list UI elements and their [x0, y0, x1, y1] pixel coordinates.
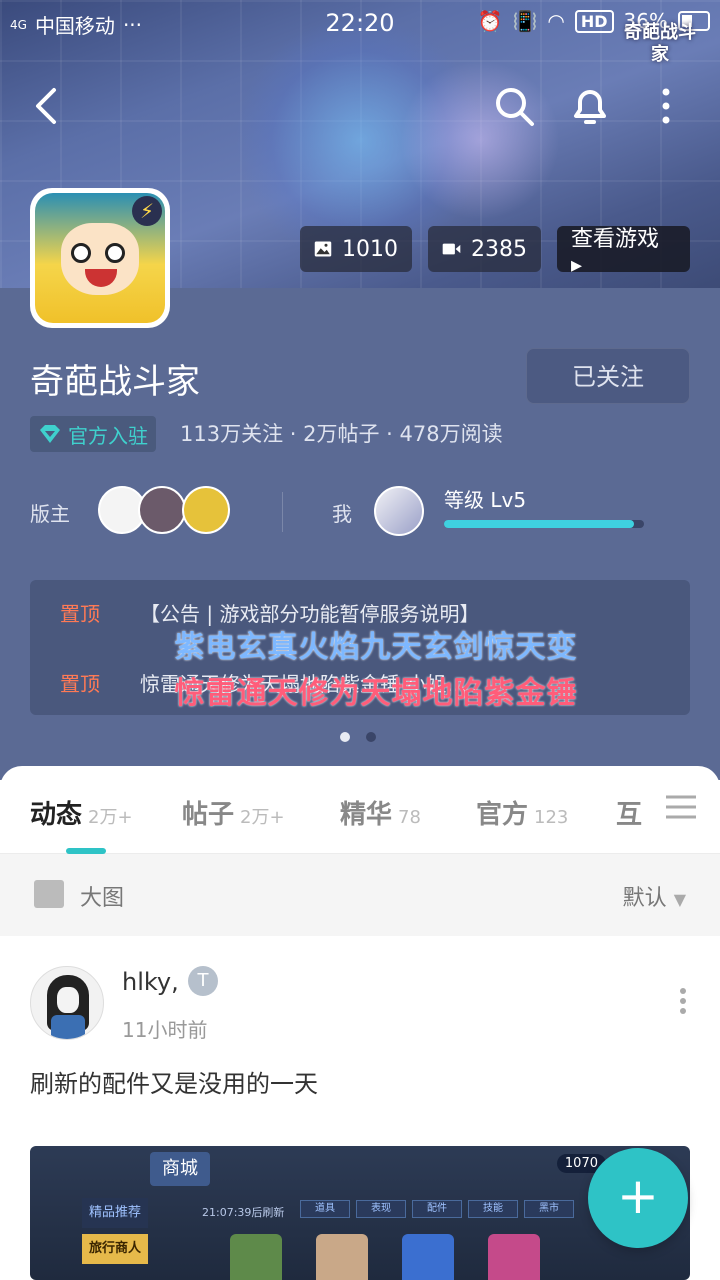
- level-label: 等级 Lv5: [444, 488, 527, 512]
- lightning-icon: ⚡: [132, 196, 162, 226]
- videos-count-chip[interactable]: 2385: [428, 226, 541, 272]
- status-bar: 4G 中国移动 ··· 22:20 ⏰ 📳 ◠ HD 36%: [0, 0, 720, 48]
- wifi-icon: ◠: [547, 9, 565, 33]
- view-mode-toggle[interactable]: 大图: [80, 880, 124, 912]
- tab-bar: 动态 2万+ 帖子 2万+ 精华 78 官方 123 互: [0, 766, 720, 854]
- divider: [282, 492, 283, 532]
- carousel-dots: [340, 732, 376, 742]
- shop-tab: 表现: [356, 1200, 406, 1218]
- user-title-badge: T: [188, 966, 218, 996]
- filter-bar: 大图 默认 ▼: [0, 854, 720, 936]
- shop-tab: 黑市: [524, 1200, 574, 1218]
- shop-item: [230, 1234, 282, 1280]
- more-icon[interactable]: [644, 84, 688, 128]
- refresh-timer: 21:07:39后刷新: [202, 1206, 285, 1219]
- images-count: 1010: [342, 236, 398, 262]
- overlay-caption-1: 紫电玄真火焰九天玄剑惊天变: [174, 630, 578, 665]
- pin-tag: 置顶: [60, 672, 100, 696]
- shop-tab: 道具: [300, 1200, 350, 1218]
- post-user-avatar[interactable]: [30, 966, 104, 1040]
- video-icon: [442, 243, 461, 255]
- forum-title: 奇葩战斗家: [30, 362, 200, 402]
- tab-more[interactable]: 互: [616, 794, 642, 831]
- post-time: 11小时前: [122, 1018, 208, 1042]
- official-badge-label: 官方入驻: [68, 423, 148, 448]
- images-count-chip[interactable]: 1010: [300, 226, 412, 272]
- shop-item: [488, 1234, 540, 1280]
- shop-side-tab-active: 旅行商人: [82, 1234, 148, 1264]
- carousel-dot-active: [340, 732, 350, 742]
- vibrate-icon: 📳: [512, 9, 538, 33]
- view-game-button[interactable]: 查看游戏 ▸: [557, 226, 690, 278]
- forum-stats: 113万关注 · 2万帖子 · 478万阅读: [180, 422, 503, 446]
- shop-tab: 技能: [468, 1200, 518, 1218]
- hd-badge: HD: [574, 9, 614, 33]
- tab-activity[interactable]: 动态 2万+: [30, 794, 133, 831]
- overlay-caption-2: 惊雷通天修为天塌地陷紫金锤: [174, 676, 578, 711]
- tab-posts[interactable]: 帖子 2万+: [182, 794, 285, 831]
- post-more-icon[interactable]: [678, 988, 688, 1018]
- large-image-icon[interactable]: [34, 880, 64, 908]
- create-post-button[interactable]: +: [588, 1148, 688, 1248]
- follow-button[interactable]: 已关注: [526, 348, 690, 404]
- moderator-label: 版主: [30, 502, 70, 526]
- videos-count: 2385: [471, 236, 527, 262]
- pin-tag: 置顶: [60, 602, 100, 626]
- game-logo: 奇葩战斗家: [624, 22, 696, 65]
- shop-side-tab: 精品推荐: [82, 1198, 148, 1228]
- carousel-dot: [366, 732, 376, 742]
- tab-official[interactable]: 官方 123: [476, 794, 568, 831]
- level-progress-bar: [444, 520, 644, 528]
- banner-character-art-2: [400, 60, 560, 220]
- back-icon[interactable]: [26, 84, 70, 128]
- shop-item: [316, 1234, 368, 1280]
- tab-menu-icon[interactable]: [658, 794, 698, 824]
- image-icon: [314, 241, 332, 257]
- moderator-avatar[interactable]: [182, 486, 230, 534]
- game-avatar[interactable]: ⚡: [30, 188, 170, 328]
- level-progress-fill: [444, 520, 634, 528]
- shop-tab: 配件: [412, 1200, 462, 1218]
- moderator-row: 版主 我 等级 Lv5: [0, 482, 720, 542]
- shop-label: 商城: [150, 1152, 210, 1186]
- moderator-avatar[interactable]: [138, 486, 186, 534]
- tab-featured[interactable]: 精华 78: [340, 794, 421, 831]
- chevron-down-icon: ▼: [673, 890, 686, 909]
- post-username[interactable]: hlky,: [122, 968, 179, 996]
- my-avatar[interactable]: [374, 486, 424, 536]
- sort-dropdown[interactable]: 默认 ▼: [623, 880, 686, 912]
- search-icon[interactable]: [492, 84, 536, 128]
- post-text[interactable]: 刷新的配件又是没用的一天: [30, 1064, 318, 1099]
- bell-icon[interactable]: [568, 84, 612, 128]
- pinned-notices: 置顶 【公告 | 游戏部分功能暂停服务说明】 置顶 惊雷通天修为天塌地陷紫金锤 小姐…: [30, 580, 690, 715]
- forum-info-section: 奇葩战斗家 已关注 官方入驻 113万关注 · 2万帖子 · 478万阅读 版主…: [0, 288, 720, 780]
- diamond-icon: [40, 425, 60, 443]
- shop-item: [402, 1234, 454, 1280]
- me-label: 我: [332, 502, 352, 526]
- official-badge: 官方入驻: [30, 416, 156, 452]
- alarm-icon: ⏰: [477, 9, 503, 33]
